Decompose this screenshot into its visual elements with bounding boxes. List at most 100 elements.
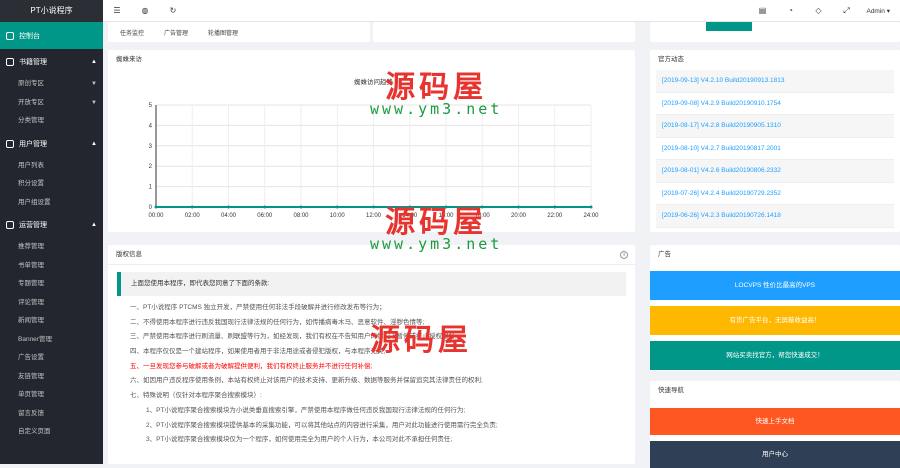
top-card <box>373 22 635 42</box>
sidebar-item[interactable]: 自定义页面 <box>0 423 103 442</box>
x-tick-label: 22:00 <box>547 213 563 219</box>
sidebar-item[interactable]: 单页管理 <box>0 386 103 405</box>
quick-links-card: 任务监控 广告管理 轮播图管理 <box>108 22 370 42</box>
license-line: 五、一旦发现您参与破解或者为破解提供便利，我们有权终止服务并不进行任何补偿; <box>130 362 373 370</box>
chevron-down-icon: ▼ <box>91 99 97 106</box>
ad-button[interactable]: 有货广告平台，无屏蔽收益高！ <box>650 306 900 335</box>
license-line: 3、PT小说程序聚合搜索模块仅为一个程序，如何使用完全为用户的个人行为，本公司对… <box>146 436 453 444</box>
folder-icon <box>6 221 14 229</box>
sidebar-item[interactable]: 开放专区 ▼ <box>0 94 103 113</box>
chevron-up-icon: ▲ <box>91 140 97 147</box>
sidebar: PT小说程序 控制台 书籍管理 ▲ 原创专区 ▼ 开放专区 ▼ 分类管理用户管理 ▲ 用户列表积… <box>0 0 103 464</box>
sidebar-item[interactable]: 书单管理 <box>0 257 103 276</box>
license-line: 七、特殊说明（仅针对本程序聚合搜索模块）: <box>130 392 262 400</box>
y-tick-label: 0 <box>149 205 153 211</box>
news-item[interactable]: [2019-08-10] V4.2.7 Build20190817.2001 <box>656 138 894 160</box>
ad-button[interactable]: LOCVPS 性价比最高的VPS <box>650 271 900 300</box>
news-item[interactable]: [2019-09-13] V4.2.10 Build20190913.1813 <box>656 70 894 93</box>
sidebar-item[interactable]: 评论管理 <box>0 294 103 313</box>
sidebar-item[interactable]: 用户列表 <box>0 157 103 176</box>
sidebar-item-label: 分类管理 <box>18 117 44 124</box>
quick-nav-card: 快速导航 快速上手文档 用户中心 <box>650 381 900 468</box>
fullscreen-icon[interactable]: ⤢ <box>832 6 860 16</box>
data-point <box>154 205 158 209</box>
card-title: 版权信息 i <box>108 245 635 265</box>
sidebar-item-label: 用户组设置 <box>18 198 51 206</box>
license-quote: 上面您使用本程序，即代表您同意了下面的条款: <box>117 272 626 296</box>
brand-logo[interactable]: PT小说程序 <box>0 0 103 22</box>
sidebar-item-dashboard[interactable]: 控制台 <box>0 22 103 49</box>
data-point <box>408 205 412 209</box>
sidebar-item[interactable]: 原创专区 ▼ <box>0 75 103 94</box>
sidebar-item[interactable]: 推荐管理 <box>0 238 103 257</box>
x-tick-label: 06:00 <box>257 213 273 219</box>
data-point <box>372 205 375 209</box>
chat-icon[interactable]: ◔ <box>776 6 804 15</box>
sidebar-section[interactable]: 用户管理 ▲ <box>0 131 103 157</box>
ads-card: 广告 LOCVPS 性价比最高的VPS 有货广告平台，无屏蔽收益高！ 网站买卖找官方… <box>650 245 900 371</box>
spider-chart: 蜘蛛访问趋势 0 1 2 3 4 5 00:00 02:00 04:00 06:00 08:00 10:… <box>148 77 599 219</box>
x-tick-label: 04:00 <box>221 213 237 219</box>
sidebar-item[interactable]: 留言反馈 <box>0 405 103 424</box>
license-line: 2、PT小说程序聚合搜索模块提供基本的采集功能，可以将其他站点的内容进行采集，用… <box>146 421 498 429</box>
sidebar-item-label: 控制台 <box>19 32 40 40</box>
sidebar-item[interactable]: 分类管理 <box>0 112 103 131</box>
data-point <box>589 205 593 209</box>
caret-down-icon: ▾ <box>886 7 890 15</box>
quick-nav-button[interactable]: 快速上手文档 <box>650 408 900 435</box>
news-item[interactable]: [2019-07-26] V4.2.4 Build20190729.2352 <box>656 183 894 205</box>
home-icon <box>6 31 14 40</box>
book-icon[interactable]: ▤ <box>748 6 776 15</box>
card-title: 广告 <box>658 251 671 258</box>
refresh-icon[interactable]: ↻ <box>159 6 187 15</box>
sidebar-section[interactable]: 书籍管理 ▲ <box>0 49 103 75</box>
x-tick-label: 14:00 <box>402 213 418 219</box>
news-item[interactable]: [2019-09-08] V4.2.9 Build20190910.1754 <box>656 93 894 115</box>
data-point <box>299 205 303 209</box>
sidebar-item[interactable]: 友链管理 <box>0 368 103 387</box>
card-title: 快速导航 <box>658 387 684 394</box>
y-tick-label: 1 <box>149 185 153 191</box>
action-button[interactable] <box>706 22 752 31</box>
top-bar: ☰ ◍ ↻ ▤ ◔ ◇ ⤢ Admin ▾ <box>103 0 900 22</box>
y-tick-label: 3 <box>149 144 153 150</box>
y-tick-label: 5 <box>149 103 153 109</box>
news-item[interactable]: [2019-08-17] V4.2.8 Build20190905.1310 <box>656 115 894 138</box>
sidebar-item[interactable]: 新闻管理 <box>0 312 103 331</box>
news-item[interactable]: [2019-08-01] V4.2.6 Build20190806.2332 <box>656 160 894 183</box>
sidebar-item[interactable]: 积分设置 <box>0 175 103 194</box>
sidebar-section[interactable]: 运营管理 ▲ <box>0 212 103 238</box>
ad-button[interactable]: 网站买卖找官方，帮您快速成交！ <box>650 341 900 370</box>
sidebar-item-label: 开放专区 <box>18 98 44 106</box>
sidebar-section-label: 用户管理 <box>19 140 47 148</box>
license-title: 版权信息 <box>116 251 142 258</box>
y-tick-label: 4 <box>149 123 153 129</box>
data-point <box>553 205 557 209</box>
spider-visit-card: 蜘蛛来访 蜘蛛访问趋势 0 1 2 3 4 5 00:00 02:00 04:00 06:00 08:… <box>108 50 635 232</box>
tag-icon[interactable]: ◇ <box>804 6 832 15</box>
sidebar-item[interactable]: 广告设置 <box>0 349 103 368</box>
data-point <box>190 205 194 209</box>
sidebar-item-label: 单页管理 <box>18 391 44 398</box>
license-line: 六、如因用户违反程序使用条例，本站有权终止对该用户的技术支持、更新升级、数据等服… <box>130 377 483 385</box>
data-point <box>517 205 520 209</box>
sidebar-item[interactable]: 用户组设置 <box>0 194 103 213</box>
folder-icon <box>6 139 14 148</box>
user-menu[interactable]: Admin ▾ <box>860 7 900 15</box>
info-icon[interactable]: i <box>620 251 628 259</box>
right-top-card <box>650 22 900 42</box>
quick-link[interactable]: 广告管理 <box>164 28 188 37</box>
official-news-card: 官方动态 [2019-09-13] V4.2.10 Build20190913.… <box>650 50 900 232</box>
sidebar-item-label: 广告设置 <box>18 354 44 361</box>
sidebar-item[interactable]: 专题管理 <box>0 275 103 294</box>
sidebar-item[interactable]: Banner管理 <box>0 331 103 350</box>
x-tick-label: 16:00 <box>438 213 454 219</box>
license-line: 一、PT小说程序 PTCMS 独立开发，严禁使用任何非法手段破解并进行修改发布等… <box>130 304 386 311</box>
quick-link[interactable]: 轮播图管理 <box>208 28 238 37</box>
menu-toggle-icon[interactable]: ☰ <box>103 6 131 15</box>
news-item[interactable]: [2019-06-26] V4.2.3 Build20190726.1418 <box>656 205 894 228</box>
quick-link[interactable]: 任务监控 <box>120 28 144 37</box>
license-line: 二、不得使用本程序进行违反我国现行法律法规的任何行为，如传播病毒木马、恶意软件、… <box>130 318 425 326</box>
sidebar-item-label: 新闻管理 <box>18 317 44 324</box>
globe-icon[interactable]: ◍ <box>131 6 159 15</box>
